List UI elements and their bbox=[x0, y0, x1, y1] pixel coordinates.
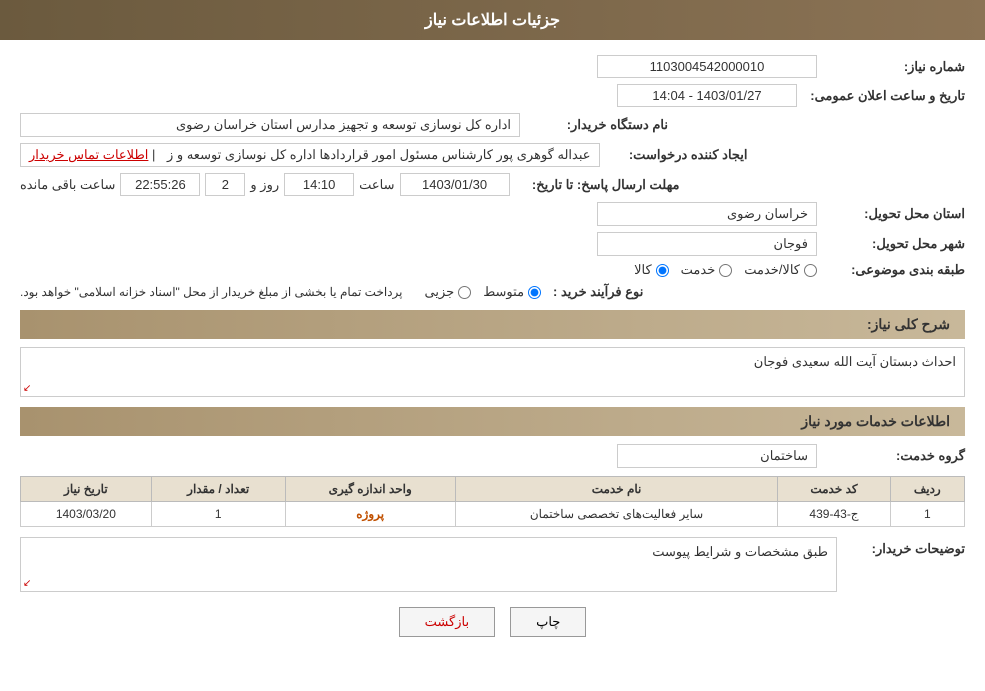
requester-text: عبداله گوهری پور کارشناس مسئول امور قرار… bbox=[167, 147, 590, 162]
col-quantity: تعداد / مقدار bbox=[151, 477, 285, 502]
cell-unit: پروژه bbox=[285, 502, 455, 527]
category-label: طبقه بندی موضوعی: bbox=[825, 262, 965, 278]
category-khadamat: خدمت bbox=[681, 262, 733, 278]
purchase-type-small-label: جزیی bbox=[425, 284, 455, 300]
requester-label: ایجاد کننده درخواست: bbox=[608, 147, 748, 163]
response-time: 14:10 bbox=[284, 173, 354, 196]
description-value: احداث دبستان آیت الله سعیدی فوجان bbox=[754, 354, 956, 369]
category-kala: کالا bbox=[634, 262, 669, 278]
category-kala-khadamat-label: کالا/خدمت bbox=[744, 262, 800, 278]
response-date-label: مهلت ارسال پاسخ: تا تاریخ: bbox=[515, 177, 680, 193]
col-unit: واحد اندازه گیری bbox=[285, 477, 455, 502]
buyer-org-label: نام دستگاه خریدار: bbox=[528, 117, 668, 133]
response-days-label: روز و bbox=[250, 177, 279, 193]
response-date: 1403/01/30 bbox=[400, 173, 510, 196]
purchase-type-options: متوسط جزیی bbox=[425, 284, 542, 300]
description-container: احداث دبستان آیت الله سعیدی فوجان ↙ bbox=[20, 347, 965, 397]
category-kala-radio[interactable] bbox=[656, 264, 669, 277]
province-row: استان محل تحویل: خراسان رضوی bbox=[20, 202, 965, 226]
announce-label: تاریخ و ساعت اعلان عمومی: bbox=[805, 88, 965, 104]
buyer-desc-label: توضیحات خریدار: bbox=[845, 537, 965, 557]
purchase-type-medium: متوسط bbox=[483, 284, 541, 300]
purchase-type-label: نوع فرآیند خرید : bbox=[553, 284, 643, 300]
city-label: شهر محل تحویل: bbox=[825, 236, 965, 252]
buyer-desc-container: طبق مشخصات و شرایط پیوست ↙ bbox=[20, 537, 837, 592]
cell-date: 1403/03/20 bbox=[21, 502, 152, 527]
province-value: خراسان رضوی bbox=[597, 202, 817, 226]
cell-quantity: 1 bbox=[151, 502, 285, 527]
category-kala-label: کالا bbox=[634, 262, 652, 278]
response-date-row: مهلت ارسال پاسخ: تا تاریخ: 1403/01/30 سا… bbox=[20, 173, 965, 196]
request-number-value: 1103004542000010 bbox=[597, 55, 817, 78]
announce-row: تاریخ و ساعت اعلان عمومی: 1403/01/27 - 1… bbox=[20, 84, 965, 107]
purchase-note: پرداخت تمام یا بخشی از مبلغ خریدار از مح… bbox=[20, 285, 403, 299]
response-days: 2 bbox=[205, 173, 245, 196]
request-number-row: شماره نیاز: 1103004542000010 bbox=[20, 55, 965, 78]
services-section-title: اطلاعات خدمات مورد نیاز bbox=[801, 413, 950, 429]
purchase-type-medium-label: متوسط bbox=[483, 284, 524, 300]
page-title: جزئیات اطلاعات نیاز bbox=[425, 12, 560, 29]
city-value: فوجان bbox=[597, 232, 817, 256]
purchase-type-small: جزیی bbox=[425, 284, 472, 300]
category-khadamat-radio[interactable] bbox=[719, 264, 732, 277]
buyer-org-row: نام دستگاه خریدار: اداره کل نوسازی توسعه… bbox=[20, 113, 965, 137]
category-kala-khadamat-radio[interactable] bbox=[804, 264, 817, 277]
city-row: شهر محل تحویل: فوجان bbox=[20, 232, 965, 256]
col-date: تاریخ نیاز bbox=[21, 477, 152, 502]
resize-handle-icon-2: ↙ bbox=[23, 578, 31, 589]
category-kala-khadamat: کالا/خدمت bbox=[744, 262, 817, 278]
back-button[interactable]: بازگشت bbox=[399, 607, 495, 637]
service-group-label: گروه خدمت: bbox=[825, 448, 965, 464]
category-khadamat-label: خدمت bbox=[681, 262, 716, 278]
button-area: چاپ بازگشت bbox=[20, 607, 965, 657]
col-code: کد خدمت bbox=[778, 477, 890, 502]
page-wrapper: جزئیات اطلاعات نیاز شماره نیاز: 11030045… bbox=[0, 0, 985, 691]
page-header: جزئیات اطلاعات نیاز bbox=[0, 0, 985, 40]
table-row: 1 ج-43-439 سایر فعالیت‌های تخصصی ساختمان… bbox=[21, 502, 965, 527]
cell-row-num: 1 bbox=[890, 502, 964, 527]
buyer-desc-row: توضیحات خریدار: طبق مشخصات و شرایط پیوست… bbox=[20, 537, 965, 592]
col-row-num: ردیف bbox=[890, 477, 964, 502]
service-group-row: گروه خدمت: ساختمان bbox=[20, 444, 965, 468]
buyer-org-value: اداره کل نوسازی توسعه و تجهیز مدارس استا… bbox=[20, 113, 520, 137]
print-button[interactable]: چاپ bbox=[510, 607, 586, 637]
requester-row: ایجاد کننده درخواست: عبداله گوهری پور کا… bbox=[20, 143, 965, 167]
cell-name: سایر فعالیت‌های تخصصی ساختمان bbox=[455, 502, 778, 527]
purchase-type-small-radio[interactable] bbox=[458, 286, 471, 299]
announce-value: 1403/01/27 - 14:04 bbox=[617, 84, 797, 107]
content-area: شماره نیاز: 1103004542000010 تاریخ و ساع… bbox=[0, 40, 985, 672]
buyer-desc-value: طبق مشخصات و شرایط پیوست bbox=[652, 544, 828, 559]
services-section-header: اطلاعات خدمات مورد نیاز bbox=[20, 407, 965, 436]
requester-value: عبداله گوهری پور کارشناس مسئول امور قرار… bbox=[20, 143, 600, 167]
resize-handle-icon: ↙ bbox=[23, 383, 31, 394]
purchase-type-medium-radio[interactable] bbox=[528, 286, 541, 299]
category-row: طبقه بندی موضوعی: کالا/خدمت خدمت کالا bbox=[20, 262, 965, 278]
service-group-value: ساختمان bbox=[617, 444, 817, 468]
description-section-header: شرح کلی نیاز: bbox=[20, 310, 965, 339]
table-header-row: ردیف کد خدمت نام خدمت واحد اندازه گیری ت… bbox=[21, 477, 965, 502]
description-row: احداث دبستان آیت الله سعیدی فوجان ↙ bbox=[20, 347, 965, 397]
cell-code: ج-43-439 bbox=[778, 502, 890, 527]
col-name: نام خدمت bbox=[455, 477, 778, 502]
category-options: کالا/خدمت خدمت کالا bbox=[634, 262, 817, 278]
province-label: استان محل تحویل: bbox=[825, 206, 965, 222]
response-remaining: 22:55:26 bbox=[120, 173, 200, 196]
purchase-type-row: نوع فرآیند خرید : متوسط جزیی پرداخت تمام… bbox=[20, 284, 965, 300]
response-time-label: ساعت bbox=[359, 177, 394, 193]
requester-link[interactable]: اطلاعات تماس خریدار bbox=[29, 147, 148, 162]
service-table: ردیف کد خدمت نام خدمت واحد اندازه گیری ت… bbox=[20, 476, 965, 527]
request-number-label: شماره نیاز: bbox=[825, 59, 965, 75]
description-section-title: شرح کلی نیاز: bbox=[867, 316, 950, 332]
response-remaining-label: ساعت باقی مانده bbox=[20, 177, 115, 193]
